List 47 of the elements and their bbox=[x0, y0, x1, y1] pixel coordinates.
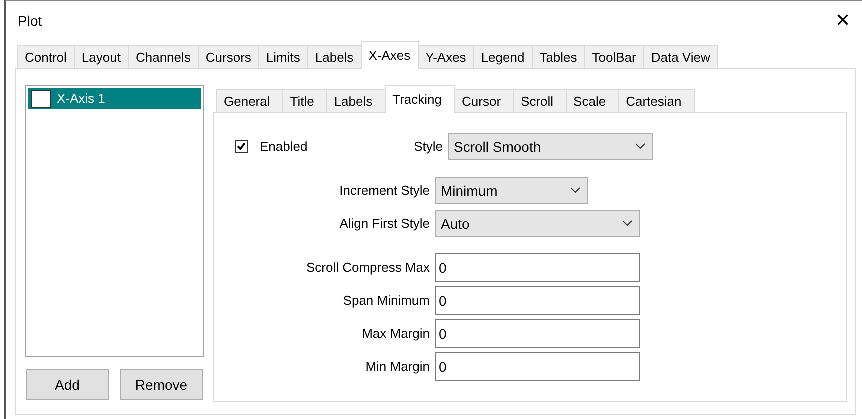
list-button[interactable]: Remove bbox=[120, 369, 203, 400]
tab[interactable]: ToolBar bbox=[584, 45, 644, 69]
sub-tab[interactable]: Scale bbox=[566, 89, 620, 113]
checkbox[interactable] bbox=[31, 90, 51, 108]
dropdown[interactable]: Auto bbox=[435, 210, 640, 237]
tab[interactable]: Cursors bbox=[198, 45, 260, 69]
chevron-down-icon bbox=[570, 187, 581, 194]
window-title: Plot bbox=[18, 13, 42, 29]
tab[interactable]: Data View bbox=[643, 45, 718, 69]
style-dropdown[interactable]: Scroll Smooth bbox=[448, 133, 653, 160]
tab[interactable]: Channels bbox=[128, 45, 199, 69]
tab[interactable]: Legend bbox=[473, 45, 533, 69]
tab[interactable]: Limits bbox=[258, 45, 308, 69]
input-field[interactable]: 0 bbox=[435, 352, 640, 381]
enabled-checkbox[interactable] bbox=[235, 140, 248, 153]
field-label: Align First Style bbox=[338, 216, 431, 231]
input-field[interactable]: 0 bbox=[435, 253, 640, 282]
tab[interactable]: X-Axes bbox=[360, 41, 419, 69]
sub-tab[interactable]: Tracking bbox=[384, 85, 456, 113]
input-field[interactable]: 0 bbox=[435, 319, 640, 348]
sub-tab[interactable]: General bbox=[216, 89, 284, 113]
field-label: Min Margin bbox=[364, 359, 431, 374]
tab[interactable]: Layout bbox=[74, 45, 129, 69]
field-label: Max Margin bbox=[361, 326, 431, 341]
checkmark-icon bbox=[237, 142, 246, 151]
sub-tab[interactable]: Cursor bbox=[454, 89, 514, 113]
sub-tab[interactable]: Cartesian bbox=[618, 89, 695, 113]
list-item-label: X-Axis 1 bbox=[57, 91, 106, 106]
chevron-down-icon bbox=[622, 220, 633, 227]
chevron-down-icon bbox=[635, 143, 646, 150]
sub-tab[interactable]: Labels bbox=[326, 89, 386, 113]
list-item[interactable]: X-Axis 1 bbox=[28, 88, 201, 109]
input-field[interactable]: 0 bbox=[435, 286, 640, 315]
sub-tab[interactable]: Title bbox=[282, 89, 328, 113]
tab[interactable]: Tables bbox=[532, 45, 586, 69]
checkbox-label: Enabled bbox=[260, 139, 309, 154]
tab[interactable]: Y-Axes bbox=[418, 45, 474, 69]
field-label: Style bbox=[413, 139, 444, 154]
field-label: Scroll Compress Max bbox=[305, 260, 431, 275]
close-button[interactable]: × bbox=[836, 9, 850, 33]
tab[interactable]: Labels bbox=[307, 45, 362, 69]
field-label: Span Minimum bbox=[342, 293, 431, 308]
sub-tab[interactable]: Scroll bbox=[513, 89, 567, 113]
list-button[interactable]: Add bbox=[26, 369, 109, 400]
field-label: Increment Style bbox=[338, 183, 431, 198]
tab[interactable]: Control bbox=[17, 45, 75, 69]
dropdown[interactable]: Minimum bbox=[435, 177, 588, 204]
